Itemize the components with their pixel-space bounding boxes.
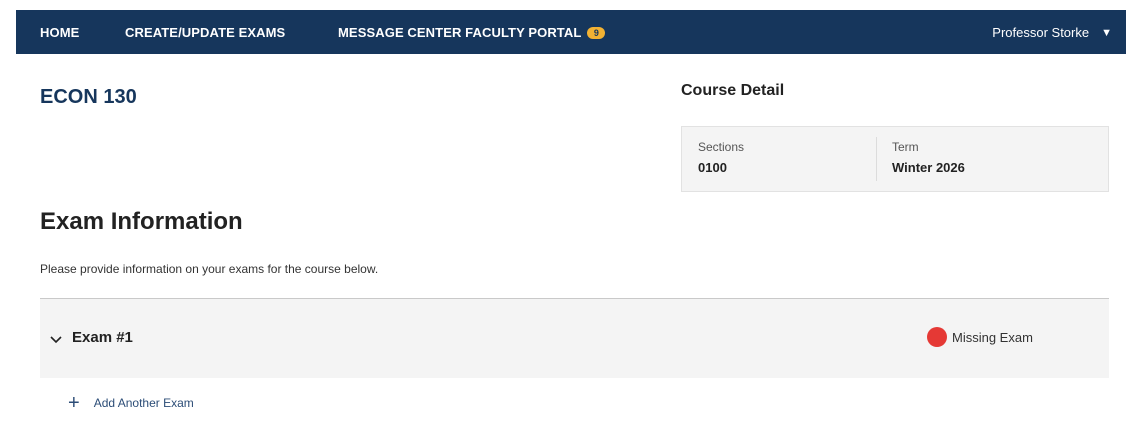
exam-status: Missing Exam (927, 327, 1033, 347)
user-menu[interactable]: Professor Storke ▼ (992, 25, 1112, 40)
status-dot-icon (927, 327, 947, 347)
nav-message-center-label: MESSAGE CENTER FACULTY PORTAL (338, 25, 582, 40)
detail-divider (876, 137, 877, 181)
chevron-down-icon (50, 336, 62, 344)
sections-label: Sections (698, 140, 745, 154)
course-title: ECON 130 (40, 86, 137, 108)
exam-information-description: Please provide information on your exams… (40, 262, 379, 276)
term-label: Term (892, 140, 919, 154)
sections-value: 0100 (698, 160, 727, 175)
exam-information-heading: Exam Information (40, 208, 243, 235)
plus-icon: + (68, 392, 80, 414)
caret-down-icon: ▼ (1101, 26, 1112, 39)
top-navigation: HOME CREATE/UPDATE EXAMS MESSAGE CENTER … (16, 10, 1126, 54)
add-another-exam-label: Add Another Exam (93, 396, 194, 410)
nav-message-center-link[interactable]: MESSAGE CENTER FACULTY PORTAL 9 (338, 25, 606, 40)
nav-home-link[interactable]: HOME (40, 25, 79, 40)
user-name: Professor Storke (992, 25, 1090, 40)
course-detail-card: Sections 0100 Term Winter 2026 (681, 126, 1109, 192)
exam-status-label: Missing Exam (952, 329, 1033, 345)
message-count-badge: 9 (587, 26, 606, 39)
sections-field: Sections 0100 (698, 140, 744, 175)
exam-accordion-item[interactable]: Exam #1 Missing Exam (40, 298, 1109, 378)
course-detail-title: Course Detail (681, 82, 785, 99)
nav-create-update-exams-link[interactable]: CREATE/UPDATE EXAMS (125, 25, 285, 40)
add-another-exam-button[interactable]: + Add Another Exam (68, 392, 194, 414)
term-field: Term Winter 2026 (892, 140, 965, 175)
term-value: Winter 2026 (892, 160, 965, 175)
exam-name: Exam #1 (72, 329, 133, 346)
